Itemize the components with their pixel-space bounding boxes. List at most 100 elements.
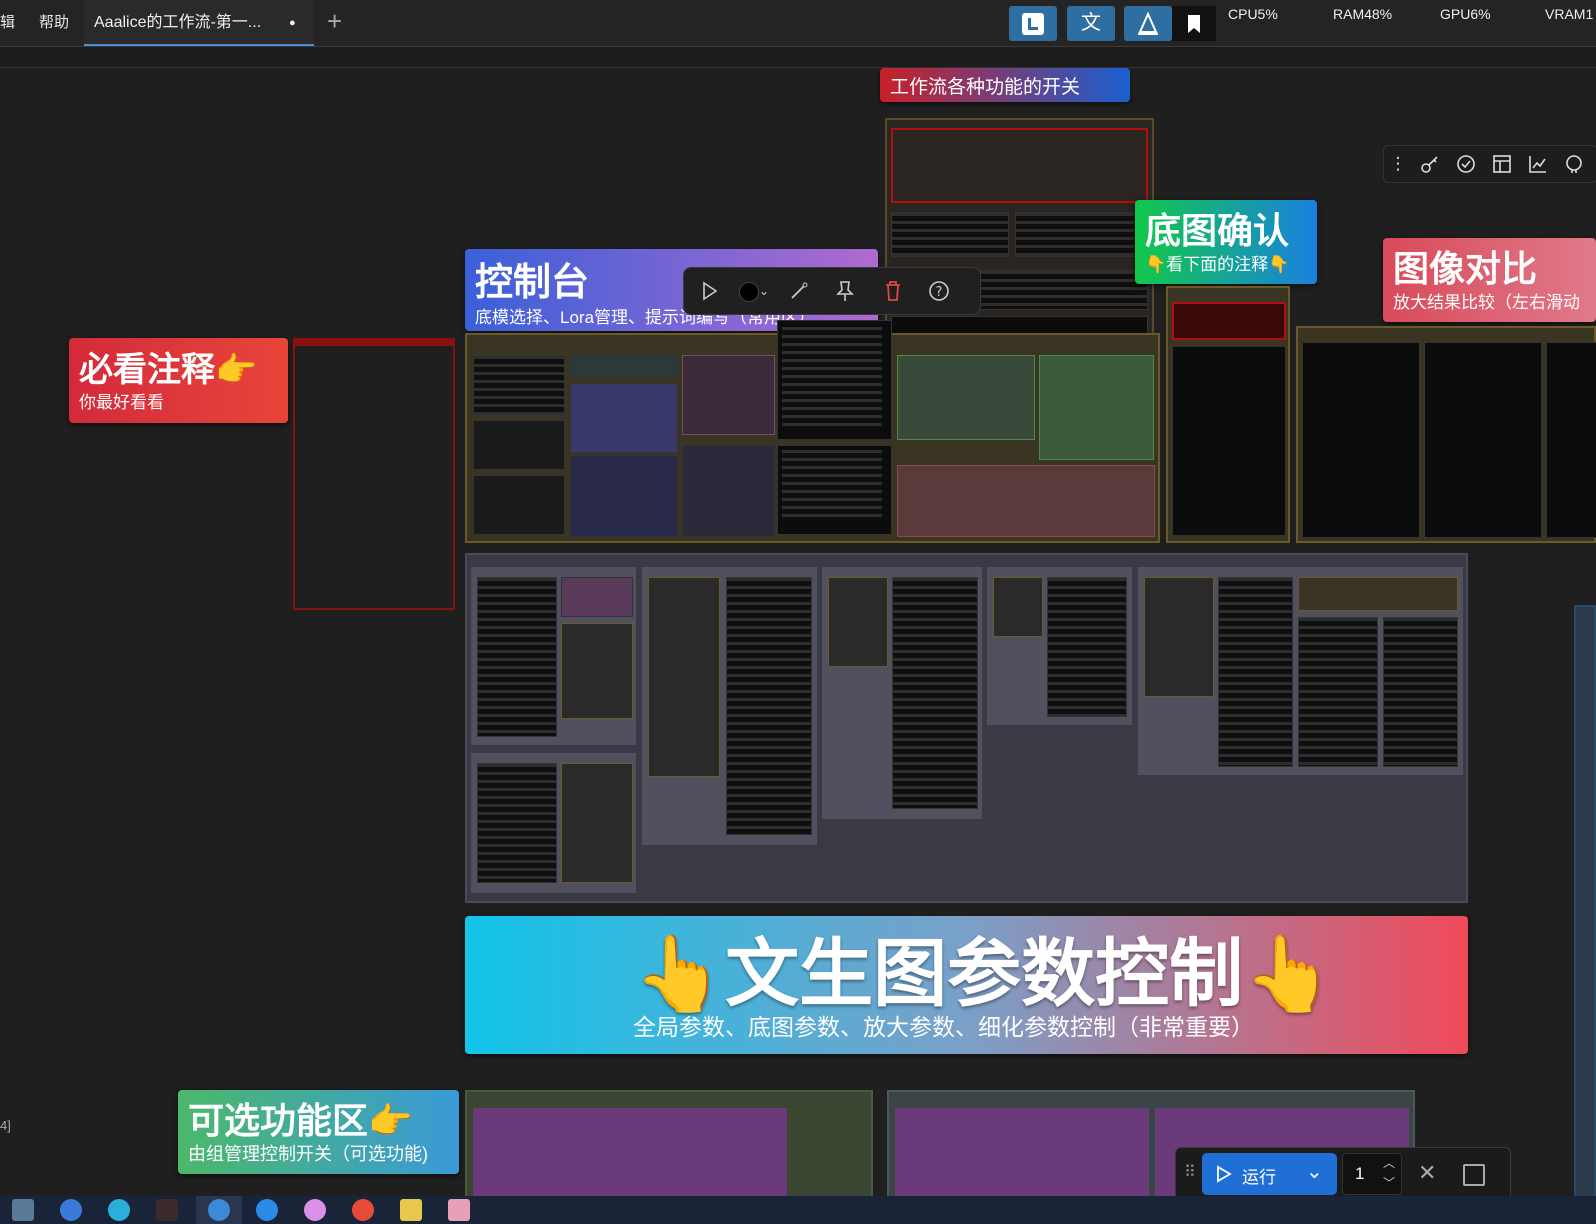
console-node-a3[interactable] xyxy=(473,475,565,535)
st-icon[interactable] xyxy=(156,1199,178,1221)
decrement-icon[interactable]: ﹀ xyxy=(1383,1174,1395,1191)
optional-title: 可选功能区👉 xyxy=(188,1100,413,1141)
lora-list-node-2[interactable] xyxy=(777,445,892,535)
batch-count-input[interactable]: 1 ︿ ﹀ xyxy=(1342,1153,1402,1195)
console-node-e1[interactable] xyxy=(897,465,1155,537)
github-icon[interactable] xyxy=(1560,150,1588,178)
console-node-b1[interactable] xyxy=(570,355,678,377)
app-bird-icon[interactable] xyxy=(60,1199,82,1221)
optional-group-1[interactable] xyxy=(465,1090,873,1196)
console-group[interactable] xyxy=(465,320,1160,543)
top-switch-label[interactable]: 工作流各种功能的开关 xyxy=(880,68,1130,102)
menu-edit[interactable]: 辑 xyxy=(0,0,15,46)
lora-list-node[interactable] xyxy=(777,320,892,440)
t2i-banner-title: 👆文生图参数控制👆 xyxy=(633,932,1336,1015)
compare-node-2[interactable] xyxy=(1424,342,1542,538)
console-node-b3[interactable] xyxy=(570,455,678,537)
must-read-label[interactable]: 必看注释👉 你最好看看 xyxy=(69,338,288,423)
browser-app-icon[interactable] xyxy=(208,1199,230,1221)
stop-icon[interactable] xyxy=(1463,1164,1485,1186)
optional-label[interactable]: 可选功能区👉 由组管理控制开关（可选功能) xyxy=(178,1090,459,1174)
gpu-stat: GPU6% xyxy=(1440,6,1491,22)
must-read-subtitle: 你最好看看 xyxy=(79,393,164,412)
sail-icon[interactable] xyxy=(1124,6,1172,41)
right-edge-group[interactable] xyxy=(1574,605,1596,1196)
cpu-stat: CPU5% xyxy=(1228,6,1278,22)
param-base-group[interactable] xyxy=(471,753,636,893)
console-node-a1[interactable] xyxy=(473,355,565,415)
switch-red-node[interactable] xyxy=(891,128,1148,203)
ram-stat: RAM48% xyxy=(1333,6,1393,22)
param-extra-group[interactable] xyxy=(1138,567,1463,775)
new-tab-button[interactable]: + xyxy=(327,6,342,37)
increment-icon[interactable]: ︿ xyxy=(1383,1154,1395,1171)
wand-icon[interactable] xyxy=(784,276,814,306)
calculator-icon[interactable] xyxy=(12,1199,34,1221)
base-preview-node[interactable] xyxy=(1172,346,1286,536)
run-button[interactable]: 运行 ⌄ xyxy=(1202,1153,1337,1195)
l-logo-icon xyxy=(1022,13,1044,35)
console-node-c1[interactable] xyxy=(682,355,775,435)
run-dropdown-chevron-icon[interactable]: ⌄ xyxy=(1306,1159,1323,1184)
top-bar: 辑 帮助 Aaalice的工作流-第一... ● + 文 CPU5% RAM48… xyxy=(0,0,1596,47)
svg-text:?: ? xyxy=(936,285,943,300)
console-node-d2[interactable] xyxy=(1039,355,1154,460)
anime-app-icon[interactable] xyxy=(448,1199,470,1221)
must-read-title: 必看注释👉 xyxy=(79,351,258,389)
folder-icon[interactable] xyxy=(400,1199,422,1221)
compare-node-1[interactable] xyxy=(1302,342,1420,538)
param-detail-group[interactable] xyxy=(987,567,1132,725)
base-confirm-group[interactable] xyxy=(1166,286,1290,543)
chevron-down-icon[interactable]: ⌄ xyxy=(756,276,772,306)
console-node-a2[interactable] xyxy=(473,420,565,470)
trash-icon[interactable] xyxy=(878,276,908,306)
node-selection-toolbar: ⌄ ? xyxy=(683,267,981,315)
compare-group[interactable] xyxy=(1296,326,1596,543)
cancel-icon[interactable]: ✕ xyxy=(1418,1160,1436,1186)
switch-node-2[interactable] xyxy=(1015,212,1148,257)
param-refine-group[interactable] xyxy=(822,567,982,819)
l-logo-button[interactable] xyxy=(1009,6,1057,41)
compare-node-3[interactable] xyxy=(1546,342,1596,538)
vram-stat: VRAM1 xyxy=(1545,6,1594,22)
compare-label[interactable]: 图像对比 放大结果比较（左右滑动 xyxy=(1383,238,1596,322)
switch-node-1[interactable] xyxy=(891,212,1009,257)
run-bar: ⠿ 运行 ⌄ 1 ︿ ﹀ ✕ xyxy=(1175,1147,1511,1203)
chart-icon[interactable] xyxy=(1524,150,1552,178)
pin-icon[interactable] xyxy=(830,276,860,306)
workflow-canvas[interactable]: 工作流各种功能的开关 必看注释👉 你最好看看 控制台 底模选择、Lora管理、提… xyxy=(0,68,1596,1196)
play-icon[interactable] xyxy=(694,276,724,306)
console-node-d1[interactable] xyxy=(897,355,1035,440)
base-confirm-red-node[interactable] xyxy=(1172,302,1286,340)
top-switch-text: 工作流各种功能的开关 xyxy=(890,77,1081,98)
menu-help[interactable]: 帮助 xyxy=(39,0,69,46)
edge-icon[interactable] xyxy=(108,1199,130,1221)
bookmark-icon[interactable] xyxy=(1172,6,1216,41)
console-node-b2[interactable] xyxy=(570,383,678,453)
help-icon[interactable]: ? xyxy=(924,276,954,306)
chrome-icon[interactable] xyxy=(352,1199,374,1221)
tab-workflow[interactable]: Aaalice的工作流-第一... ● xyxy=(84,0,314,46)
param-global-group[interactable] xyxy=(471,567,636,745)
optional-subtitle: 由组管理控制开关（可选功能) xyxy=(188,1144,428,1164)
tab-title: Aaalice的工作流-第一... xyxy=(94,14,262,31)
t2i-params-group[interactable] xyxy=(465,553,1468,903)
check-circle-icon[interactable] xyxy=(1452,150,1480,178)
base-confirm-label[interactable]: 底图确认 👇看下面的注释👇 xyxy=(1135,200,1317,284)
notes-group[interactable] xyxy=(293,338,455,610)
run-label: 运行 xyxy=(1242,1168,1276,1187)
t2i-banner[interactable]: 👆文生图参数控制👆 全局参数、底图参数、放大参数、细化参数控制（非常重要） xyxy=(465,916,1468,1054)
translate-icon[interactable]: 文 xyxy=(1067,6,1115,41)
drag-handle-icon[interactable]: ⠿ xyxy=(1184,1162,1196,1182)
param-upscale-group[interactable] xyxy=(642,567,817,845)
cat-app-icon[interactable] xyxy=(304,1199,326,1221)
layout-icon[interactable] xyxy=(1488,150,1516,178)
key-icon[interactable] xyxy=(1416,150,1444,178)
tab-modified-dot: ● xyxy=(289,17,296,29)
console-node-c2[interactable] xyxy=(682,445,775,537)
s-app-icon[interactable] xyxy=(256,1199,278,1221)
t2i-banner-subtitle: 全局参数、底图参数、放大参数、细化参数控制（非常重要） xyxy=(633,1014,1254,1040)
more-vertical-icon[interactable]: ⋮ xyxy=(1384,150,1412,178)
batch-count-value: 1 xyxy=(1355,1164,1365,1183)
console-title: 控制台 xyxy=(475,262,590,304)
